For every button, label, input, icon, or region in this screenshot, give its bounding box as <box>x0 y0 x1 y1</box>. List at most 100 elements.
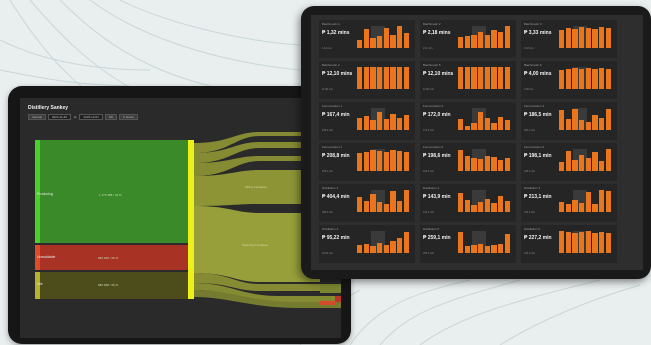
kpi-axis: .... <box>464 48 504 50</box>
kpi-bar <box>464 246 471 253</box>
kpi-card-value: ₱ 198,6 min <box>423 153 451 159</box>
kpi-axis: .... <box>363 89 403 91</box>
kpi-bar <box>458 67 464 89</box>
kpi-bar <box>572 29 578 48</box>
kpi-bar <box>376 151 383 171</box>
kpi-card-value: ₱ 12,10 mins <box>322 71 353 77</box>
kpi-card[interactable]: Fermentation 6 ₱ 198,1 min 195.4 min.... <box>521 143 617 181</box>
kpi-bar <box>497 67 504 89</box>
kpi-bar <box>559 110 565 130</box>
kpi-bar <box>396 151 403 171</box>
kpi-bar <box>605 191 612 212</box>
kpi-bar <box>504 201 511 212</box>
kpi-card[interactable]: Distillation 2 ₱ 143,9 min 140.1 min.... <box>420 184 516 222</box>
kpi-card[interactable]: Batchmash A ₱ 1,32 mins 1.12 min.... <box>319 20 415 58</box>
kpi-card[interactable]: Distillation 5 ₱ 259,1 min 255.3 min.... <box>420 225 516 263</box>
kpi-card[interactable]: Fermentation 3 ₱ 186,5 min 184.1 min.... <box>521 102 617 140</box>
kpi-card-label: Fermentation 5 <box>423 145 444 149</box>
kpi-axis: .... <box>464 130 504 132</box>
kpi-grid: Batchmash A ₱ 1,32 mins 1.12 min.... Batchm… <box>319 20 641 266</box>
kpi-bar <box>598 232 605 253</box>
kpi-card-label: Fermentation 1 <box>322 104 343 108</box>
kpi-bar <box>592 233 598 253</box>
kpi-bar <box>403 190 410 212</box>
kpi-card-sub: 1.12 min <box>322 47 332 50</box>
kpi-bar <box>370 194 376 212</box>
kpi-card-label: Batchmash 2 <box>423 22 441 26</box>
kpi-bar <box>458 232 464 253</box>
kpi-card-value: ₱ 167,4 min <box>322 112 350 118</box>
kpi-card[interactable]: Distillation 4 ₱ 95,22 min 93.40 min.... <box>319 225 415 263</box>
kpi-axis: .... <box>565 253 605 255</box>
kpi-bar <box>363 152 370 171</box>
kpi-axis: .... <box>363 48 403 50</box>
kpi-bar <box>370 120 376 130</box>
kpi-bar <box>592 152 598 171</box>
tablet-kpi: Batchmash A ₱ 1,32 mins 1.12 min.... Batchm… <box>301 6 651 279</box>
kpi-bar <box>477 202 484 212</box>
kpi-bar <box>578 232 585 253</box>
kpi-card-value: ₱ 213,1 min <box>524 194 552 200</box>
kpi-bar <box>497 195 504 212</box>
sankey-diagram <box>35 132 341 308</box>
kpi-card[interactable]: Distillation 1 ₱ 404,4 min 398.0 min.... <box>319 184 415 222</box>
kpi-bar <box>598 161 605 171</box>
kpi-bar <box>504 26 511 48</box>
kpi-bar <box>497 244 504 253</box>
kpi-card[interactable]: Fermentation 5 ₱ 198,6 min 195.2 min.... <box>420 143 516 181</box>
kpi-card[interactable]: Batchmash 3 ₱ 3,33 mins 3.18 min.... <box>521 20 617 58</box>
kpi-bar <box>497 160 504 171</box>
kpi-bar <box>370 67 376 89</box>
kpi-bar <box>477 31 484 48</box>
kpi-bar <box>390 67 396 89</box>
kpi-bar <box>578 69 585 89</box>
kpi-bar <box>572 233 578 253</box>
kpi-bar <box>403 114 410 130</box>
kpi-card-label: Batchmash 5 <box>423 63 441 67</box>
node-total <box>188 140 194 299</box>
kpi-card[interactable]: Fermentation 2 ₱ 172,0 min 170.0 min.... <box>420 102 516 140</box>
kpi-card-value: ₱ 4,00 mins <box>524 71 552 77</box>
kpi-bar <box>357 67 363 89</box>
kpi-axis: .... <box>464 253 504 255</box>
kpi-bar <box>598 190 605 212</box>
kpi-bar <box>383 67 390 89</box>
kpi-bar <box>497 116 504 130</box>
kpi-mini-chart: .... <box>357 190 410 216</box>
kpi-bar <box>363 115 370 130</box>
kpi-bar <box>504 67 511 89</box>
kpi-card[interactable]: Batchmash 2 ₱ 2,18 mins 2.11 min.... <box>420 20 516 58</box>
kpi-screen: Batchmash A ₱ 1,32 mins 1.12 min.... Batchm… <box>311 15 643 270</box>
kpi-axis: .... <box>565 171 605 173</box>
kpi-bar <box>403 32 410 48</box>
kpi-card[interactable]: Fermentation 1 ₱ 167,4 min 165.2 min.... <box>319 102 415 140</box>
kpi-card[interactable]: Batchmash 4 ₱ 12,10 mins 11.90 min.... <box>319 61 415 99</box>
kpi-card-sub: 170.0 min <box>423 129 434 132</box>
kpi-bar <box>491 245 497 253</box>
kpi-bar <box>403 67 410 89</box>
kpi-card[interactable]: Distillation 3 ₱ 213,1 min 210.2 min.... <box>521 184 617 222</box>
kpi-mini-chart: .... <box>559 190 612 216</box>
kpi-card[interactable]: Distillation 6 ₱ 227,2 min 223.0 min.... <box>521 225 617 263</box>
kpi-mini-chart: .... <box>458 26 511 52</box>
kpi-bar <box>471 205 477 212</box>
kpi-bar <box>585 231 592 253</box>
kpi-bar <box>605 233 612 253</box>
kpi-bar <box>491 203 497 212</box>
kpi-card[interactable]: Batchmash 6 ₱ 4,00 mins 3.90 min.... <box>521 61 617 99</box>
kpi-card-sub: 184.1 min <box>524 129 535 132</box>
kpi-bar <box>458 193 464 212</box>
kpi-card[interactable]: Fermentation 4 ₱ 208,8 min 205.0 min.... <box>319 143 415 181</box>
flow-label: Cleaning Complete <box>242 243 268 247</box>
kpi-bar <box>390 191 396 212</box>
kpi-card-label: Distillation 2 <box>423 186 440 190</box>
kpi-bar <box>585 28 592 48</box>
kpi-bar <box>477 67 484 89</box>
kpi-bar <box>376 35 383 48</box>
kpi-card[interactable]: Batchmash 5 ₱ 12,10 mins 11.90 min.... <box>420 61 516 99</box>
kpi-mini-chart: .... <box>559 231 612 257</box>
kpi-bar <box>605 149 612 171</box>
kpi-card-sub: 210.2 min <box>524 211 535 214</box>
kpi-axis: .... <box>464 171 504 173</box>
kpi-bar <box>357 40 363 48</box>
